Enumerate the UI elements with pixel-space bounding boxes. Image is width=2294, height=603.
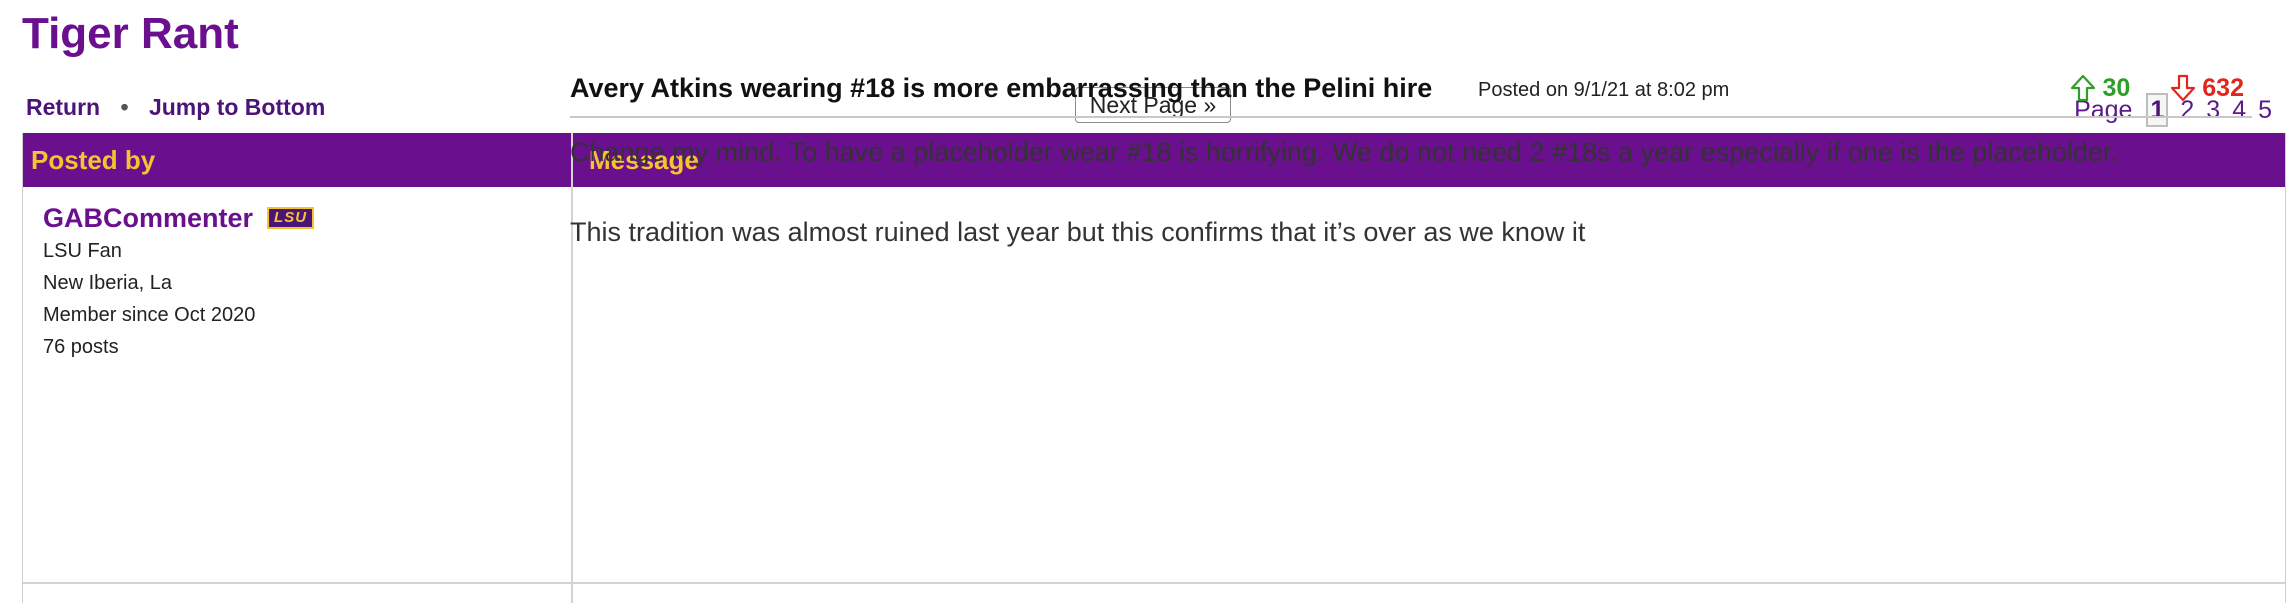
downvote-button[interactable]: 632 — [2170, 74, 2244, 103]
downvote-count: 632 — [2202, 73, 2244, 102]
vote-controls: 30 632 — [2070, 70, 2244, 106]
thread-nav: Return • Jump to Bottom — [26, 92, 325, 122]
jump-to-bottom-link[interactable]: Jump to Bottom — [149, 94, 325, 120]
author-fan-of: LSU Fan — [43, 240, 122, 262]
post-body: Change my mind. To have a placeholder we… — [570, 132, 2250, 292]
author-location: New Iberia, La — [43, 272, 172, 294]
page-link-5[interactable]: 5 — [2258, 95, 2272, 125]
author-name[interactable]: GABCommenter — [43, 201, 253, 235]
author-member-since: Member since Oct 2020 — [43, 304, 256, 326]
nav-separator: • — [120, 94, 129, 120]
row-divider — [23, 582, 2285, 584]
upvote-button[interactable]: 30 — [2070, 74, 2130, 103]
author-name-row: GABCommenter LSU — [43, 201, 563, 235]
post-header: Avery Atkins wearing #18 is more embarra… — [570, 70, 2252, 118]
return-link[interactable]: Return — [26, 94, 100, 120]
post-paragraph: This tradition was almost ruined last ye… — [570, 217, 1586, 247]
down-arrow-icon — [2171, 74, 2196, 102]
author-post-count: 76 posts — [43, 336, 119, 358]
lsu-team-badge-icon: LSU — [267, 207, 315, 229]
forum-title: Tiger Rant — [22, 9, 239, 58]
thumbs-up-arrow-icon — [2071, 74, 2096, 102]
author-panel: GABCommenter LSU LSU Fan New Iberia, La … — [43, 201, 563, 363]
post-date: Posted on 9/1/21 at 8:02 pm — [1478, 79, 1730, 101]
posted-by-header: Posted by — [31, 145, 156, 175]
post-title: Avery Atkins wearing #18 is more embarra… — [570, 73, 1433, 103]
upvote-count: 30 — [2102, 73, 2131, 102]
post-paragraph: Change my mind. To have a placeholder we… — [570, 137, 2118, 167]
